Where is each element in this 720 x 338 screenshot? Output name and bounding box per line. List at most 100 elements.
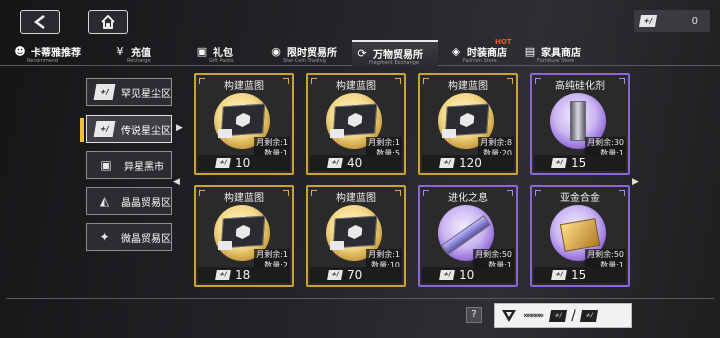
chevron-arrows-icon: »»»»» xyxy=(523,310,544,321)
sidebar-item-legend-stardust[interactable]: +/ 传说星尘区 xyxy=(86,115,172,143)
stardust-currency-icon: +/ xyxy=(551,158,567,168)
sidebar-item-crystal-trade[interactable]: ◭ 晶晶贸易区 xyxy=(86,187,172,215)
shop-item-card[interactable]: 构建蓝图 月剩余:1 数量:2 +/18 xyxy=(194,185,294,287)
price-bar: +/ 10 xyxy=(422,267,514,283)
help-button[interactable]: ? xyxy=(466,307,482,323)
item-title: 构建蓝图 xyxy=(224,81,264,92)
item-price: 120 xyxy=(459,156,482,170)
price-bar: +/ 15 xyxy=(534,267,626,283)
sidebar-item-microcrystal-trade[interactable]: ✦ 微晶贸易区 xyxy=(86,223,172,251)
shop-item-card[interactable]: 构建蓝图 月剩余:8 数量:20 +/120 xyxy=(418,73,518,175)
tab-label: 限时贸易所 xyxy=(287,48,337,59)
exchange-rate-button[interactable]: »»»»» +/ / +/ xyxy=(494,303,632,328)
stardust-currency-icon: +/ xyxy=(439,270,455,280)
sidebar-item-label: 罕见星尘区 xyxy=(121,88,171,100)
stardust-currency-icon: +/ xyxy=(215,270,231,280)
tab-mascot[interactable]: ☻ 卡蒂雅推荐 Recommend xyxy=(10,40,106,66)
tab-label: 万物贸易所 xyxy=(373,50,423,61)
tab-sublabel: Star Coin Trading xyxy=(283,58,326,64)
triangle-logo-icon xyxy=(502,309,516,322)
shop-item-card[interactable]: 构建蓝图 月剩余:1 数量:5 +/40 xyxy=(306,73,406,175)
monthly-remaining: 月剩余:1 xyxy=(366,137,402,148)
stardust-currency-icon: +/ xyxy=(327,158,343,168)
item-price: 10 xyxy=(459,268,475,282)
item-price: 15 xyxy=(571,268,587,282)
sidebar-item-label: 传说星尘区 xyxy=(121,125,171,137)
tab-sublabel: Gift Packs xyxy=(209,58,234,64)
price-bar: +/ 70 xyxy=(310,267,402,283)
black-market-icon: ▣ xyxy=(100,158,112,172)
tab-sublabel: Fragment Exchange xyxy=(369,60,419,66)
shop-item-card[interactable]: 构建蓝图 月剩余:1 数量:10 +/70 xyxy=(306,185,406,287)
currency-value: 0 xyxy=(691,15,698,27)
shop-screen: +/ 0 ☻ 卡蒂雅推荐 Recommend ¥ 充值 Recharge ▣ 礼包 Gift P… xyxy=(0,0,720,338)
shop-item-card[interactable]: 构建蓝图 月剩余:1 数量:1 +/10 xyxy=(194,73,294,175)
back-button[interactable] xyxy=(20,10,60,34)
rare-stardust-icon: +/ xyxy=(93,84,116,100)
currency-display: +/ 0 xyxy=(634,10,710,32)
item-price: 70 xyxy=(347,268,363,282)
tab-label: 时装商店 xyxy=(467,48,507,59)
item-price: 10 xyxy=(235,156,251,170)
tab-label: 家具商店 xyxy=(541,48,581,59)
bottom-divider xyxy=(6,298,714,299)
prev-page-arrow-icon[interactable]: ◀ xyxy=(173,177,180,187)
price-bar: +/ 15 xyxy=(534,155,626,171)
item-title: 构建蓝图 xyxy=(336,193,376,204)
sidebar-item-black-market[interactable]: ▣ 异星黑市 xyxy=(86,151,172,179)
currency-icon: +/ xyxy=(638,15,658,27)
tab-label: 礼包 xyxy=(213,48,233,59)
item-title: 高纯硅化剂 xyxy=(555,81,605,92)
microcrystal-trade-icon: ✦ xyxy=(99,230,110,244)
top-bar: +/ 0 xyxy=(0,0,720,40)
shop-item-card[interactable]: 亚金合金 月剩余:50 数量:1 +/15 xyxy=(530,185,630,287)
tab-furniture[interactable]: ▤ 家具商店 Furniture Store xyxy=(520,40,600,66)
stardust-currency-icon: +/ xyxy=(327,270,343,280)
sidebar-item-label: 异星黑市 xyxy=(124,161,164,173)
timed-trade-icon: ◉ xyxy=(271,45,281,58)
price-bar: +/ 10 xyxy=(198,155,290,171)
furniture-icon: ▤ xyxy=(524,45,536,58)
monthly-remaining: 月剩余:8 xyxy=(478,137,514,148)
monthly-remaining: 月剩余:1 xyxy=(254,249,290,260)
tab-label: 充值 xyxy=(131,48,151,59)
price-bar: +/ 18 xyxy=(198,267,290,283)
tab-timed-trade[interactable]: ◉ 限时贸易所 Star Coin Trading xyxy=(266,40,346,66)
silicide-tube-icon xyxy=(570,101,586,141)
next-page-arrow-icon[interactable]: ▶ xyxy=(632,177,639,187)
monthly-remaining: 月剩余:30 xyxy=(585,137,626,148)
tab-sublabel: Recommend xyxy=(27,58,59,64)
stack-tag xyxy=(330,129,344,138)
item-title: 构建蓝图 xyxy=(224,193,264,204)
selection-indicator xyxy=(80,118,84,142)
exchange-slash: / xyxy=(571,307,576,324)
stardust-currency-icon: +/ xyxy=(439,158,455,168)
mascot-icon: ☻ xyxy=(14,45,26,58)
stack-tag xyxy=(218,241,232,250)
fashion-icon: ◈ xyxy=(451,45,461,58)
home-button[interactable] xyxy=(88,10,128,34)
home-icon xyxy=(101,15,115,29)
item-title: 构建蓝图 xyxy=(448,81,488,92)
sidebar-item-label: 微晶贸易区 xyxy=(121,233,171,245)
hot-badge: HOT xyxy=(495,38,512,46)
tab-exchange[interactable]: ⟳ 万物贸易所 Fragment Exchange xyxy=(352,40,438,66)
sidebar-item-rare-stardust[interactable]: +/ 罕见星尘区 xyxy=(86,78,172,106)
sidebar-item-label: 晶晶贸易区 xyxy=(121,197,171,209)
item-price: 40 xyxy=(347,156,363,170)
monthly-remaining: 月剩余:50 xyxy=(585,249,626,260)
stardust-currency-icon: +/ xyxy=(551,270,567,280)
gift-icon: ▣ xyxy=(196,45,208,58)
shop-item-card[interactable]: 进化之息 月剩余:50 数量:1 +/10 xyxy=(418,185,518,287)
sidebar-pointer-icon: ▶ xyxy=(176,123,183,133)
yen-icon: ¥ xyxy=(116,45,124,58)
item-price: 18 xyxy=(235,268,251,282)
shop-item-card[interactable]: 高纯硅化剂 月剩余:30 数量:1 +/15 xyxy=(530,73,630,175)
item-title: 进化之息 xyxy=(448,193,488,204)
tab-label: 卡蒂雅推荐 xyxy=(31,48,81,59)
tab-gift[interactable]: ▣ 礼包 Gift Packs xyxy=(192,40,252,66)
price-bar: +/ 120 xyxy=(422,155,514,171)
crystal-trade-icon: ◭ xyxy=(99,194,110,208)
tab-sublabel: Furniture Store xyxy=(537,58,575,64)
tab-yen[interactable]: ¥ 充值 Recharge xyxy=(110,40,180,66)
